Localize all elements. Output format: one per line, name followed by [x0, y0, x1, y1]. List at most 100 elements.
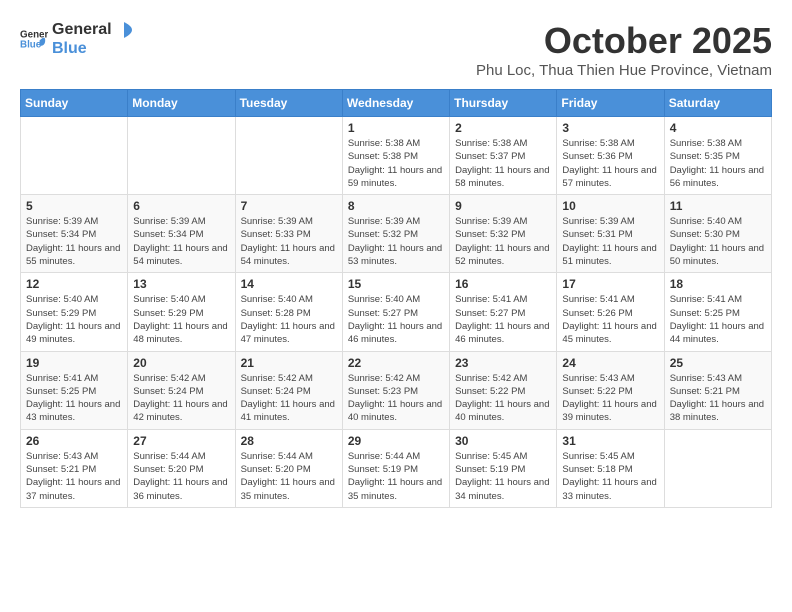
day-number: 16: [455, 277, 551, 291]
day-number: 18: [670, 277, 766, 291]
day-number: 5: [26, 199, 122, 213]
calendar-cell-4-1: 27 Sunrise: 5:44 AMSunset: 5:20 PMDayligh…: [128, 429, 235, 507]
month-title: October 2025: [476, 20, 772, 62]
day-info: Sunrise: 5:42 AMSunset: 5:22 PMDaylight:…: [455, 372, 551, 425]
day-number: 15: [348, 277, 444, 291]
day-info: Sunrise: 5:39 AMSunset: 5:34 PMDaylight:…: [26, 215, 122, 268]
day-number: 6: [133, 199, 229, 213]
calendar-cell-2-0: 12 Sunrise: 5:40 AMSunset: 5:29 PMDayligh…: [21, 273, 128, 351]
day-number: 14: [241, 277, 337, 291]
day-info: Sunrise: 5:44 AMSunset: 5:19 PMDaylight:…: [348, 450, 444, 503]
day-number: 9: [455, 199, 551, 213]
week-row-3: 12 Sunrise: 5:40 AMSunset: 5:29 PMDayligh…: [21, 273, 772, 351]
day-info: Sunrise: 5:39 AMSunset: 5:32 PMDaylight:…: [348, 215, 444, 268]
day-number: 31: [562, 434, 658, 448]
day-number: 29: [348, 434, 444, 448]
svg-text:Blue: Blue: [20, 39, 42, 50]
weekday-sunday: Sunday: [21, 90, 128, 117]
day-number: 13: [133, 277, 229, 291]
weekday-thursday: Thursday: [450, 90, 557, 117]
calendar-cell-1-1: 6 Sunrise: 5:39 AMSunset: 5:34 PMDaylight…: [128, 195, 235, 273]
day-number: 23: [455, 356, 551, 370]
day-info: Sunrise: 5:43 AMSunset: 5:22 PMDaylight:…: [562, 372, 658, 425]
week-row-1: 1Sunrise: 5:38 AMSunset: 5:38 PMDaylight…: [21, 117, 772, 195]
day-info: Sunrise: 5:44 AMSunset: 5:20 PMDaylight:…: [133, 450, 229, 503]
day-info: Sunrise: 5:40 AMSunset: 5:28 PMDaylight:…: [241, 293, 337, 346]
day-info: Sunrise: 5:40 AMSunset: 5:27 PMDaylight:…: [348, 293, 444, 346]
day-info: Sunrise: 5:45 AMSunset: 5:19 PMDaylight:…: [455, 450, 551, 503]
calendar-cell-1-4: 9 Sunrise: 5:39 AMSunset: 5:32 PMDaylight…: [450, 195, 557, 273]
week-row-4: 19 Sunrise: 5:41 AMSunset: 5:25 PMDayligh…: [21, 351, 772, 429]
day-info: Sunrise: 5:40 AMSunset: 5:29 PMDaylight:…: [26, 293, 122, 346]
calendar-cell-3-1: 20Sunrise: 5:42 AMSunset: 5:24 PMDayligh…: [128, 351, 235, 429]
subtitle: Phu Loc, Thua Thien Hue Province, Vietna…: [476, 62, 772, 79]
day-info: Sunrise: 5:42 AMSunset: 5:23 PMDaylight:…: [348, 372, 444, 425]
day-info: Sunrise: 5:38 AMSunset: 5:35 PMDaylight:…: [670, 137, 766, 190]
day-number: 1: [348, 121, 444, 135]
day-info: Sunrise: 5:45 AMSunset: 5:18 PMDaylight:…: [562, 450, 658, 503]
day-number: 8: [348, 199, 444, 213]
weekday-header-row: SundayMondayTuesdayWednesdayThursdayFrid…: [21, 90, 772, 117]
calendar-cell-4-5: 31 Sunrise: 5:45 AMSunset: 5:18 PMDayligh…: [557, 429, 664, 507]
calendar-cell-3-2: 21Sunrise: 5:42 AMSunset: 5:24 PMDayligh…: [235, 351, 342, 429]
calendar-cell-0-6: 4 Sunrise: 5:38 AMSunset: 5:35 PMDaylight…: [664, 117, 771, 195]
logo-general: General: [52, 21, 112, 39]
day-number: 7: [241, 199, 337, 213]
calendar-cell-3-6: 25 Sunrise: 5:43 AMSunset: 5:21 PMDayligh…: [664, 351, 771, 429]
logo-blue: Blue: [52, 40, 134, 58]
calendar-cell-0-4: 2Sunrise: 5:38 AMSunset: 5:37 PMDaylight…: [450, 117, 557, 195]
day-number: 20: [133, 356, 229, 370]
day-number: 25: [670, 356, 766, 370]
day-info: Sunrise: 5:41 AMSunset: 5:25 PMDaylight:…: [26, 372, 122, 425]
calendar-cell-2-1: 13 Sunrise: 5:40 AMSunset: 5:29 PMDayligh…: [128, 273, 235, 351]
week-row-5: 26Sunrise: 5:43 AMSunset: 5:21 PMDayligh…: [21, 429, 772, 507]
calendar-cell-1-3: 8 Sunrise: 5:39 AMSunset: 5:32 PMDaylight…: [342, 195, 449, 273]
calendar-cell-3-4: 23 Sunrise: 5:42 AMSunset: 5:22 PMDayligh…: [450, 351, 557, 429]
calendar-cell-2-4: 16 Sunrise: 5:41 AMSunset: 5:27 PMDayligh…: [450, 273, 557, 351]
day-number: 28: [241, 434, 337, 448]
day-number: 30: [455, 434, 551, 448]
day-info: Sunrise: 5:39 AMSunset: 5:34 PMDaylight:…: [133, 215, 229, 268]
day-number: 10: [562, 199, 658, 213]
day-info: Sunrise: 5:41 AMSunset: 5:26 PMDaylight:…: [562, 293, 658, 346]
logo-arrow-icon: [114, 20, 134, 40]
day-info: Sunrise: 5:38 AMSunset: 5:36 PMDaylight:…: [562, 137, 658, 190]
day-number: 12: [26, 277, 122, 291]
weekday-saturday: Saturday: [664, 90, 771, 117]
day-number: 27: [133, 434, 229, 448]
day-info: Sunrise: 5:43 AMSunset: 5:21 PMDaylight:…: [670, 372, 766, 425]
weekday-wednesday: Wednesday: [342, 90, 449, 117]
calendar-cell-4-4: 30 Sunrise: 5:45 AMSunset: 5:19 PMDayligh…: [450, 429, 557, 507]
weekday-monday: Monday: [128, 90, 235, 117]
calendar-cell-2-3: 15 Sunrise: 5:40 AMSunset: 5:27 PMDayligh…: [342, 273, 449, 351]
day-number: 24: [562, 356, 658, 370]
calendar-cell-4-0: 26Sunrise: 5:43 AMSunset: 5:21 PMDayligh…: [21, 429, 128, 507]
day-number: 11: [670, 199, 766, 213]
header: General Blue General Blue October 2025 P…: [20, 20, 772, 79]
weekday-tuesday: Tuesday: [235, 90, 342, 117]
calendar-cell-3-3: 22Sunrise: 5:42 AMSunset: 5:23 PMDayligh…: [342, 351, 449, 429]
calendar-cell-1-0: 5 Sunrise: 5:39 AMSunset: 5:34 PMDaylight…: [21, 195, 128, 273]
day-number: 4: [670, 121, 766, 135]
day-info: Sunrise: 5:39 AMSunset: 5:32 PMDaylight:…: [455, 215, 551, 268]
calendar-cell-3-0: 19 Sunrise: 5:41 AMSunset: 5:25 PMDayligh…: [21, 351, 128, 429]
logo-icon: General Blue: [20, 25, 48, 53]
calendar-cell-4-6: [664, 429, 771, 507]
calendar-cell-0-0: [21, 117, 128, 195]
calendar-cell-4-3: 29 Sunrise: 5:44 AMSunset: 5:19 PMDayligh…: [342, 429, 449, 507]
logo: General Blue General Blue: [20, 20, 134, 58]
calendar-cell-2-2: 14 Sunrise: 5:40 AMSunset: 5:28 PMDayligh…: [235, 273, 342, 351]
day-number: 17: [562, 277, 658, 291]
calendar-cell-2-6: 18Sunrise: 5:41 AMSunset: 5:25 PMDayligh…: [664, 273, 771, 351]
day-number: 19: [26, 356, 122, 370]
calendar-cell-2-5: 17 Sunrise: 5:41 AMSunset: 5:26 PMDayligh…: [557, 273, 664, 351]
day-info: Sunrise: 5:41 AMSunset: 5:27 PMDaylight:…: [455, 293, 551, 346]
day-info: Sunrise: 5:40 AMSunset: 5:29 PMDaylight:…: [133, 293, 229, 346]
calendar-cell-1-2: 7Sunrise: 5:39 AMSunset: 5:33 PMDaylight…: [235, 195, 342, 273]
day-info: Sunrise: 5:38 AMSunset: 5:37 PMDaylight:…: [455, 137, 551, 190]
calendar-cell-4-2: 28Sunrise: 5:44 AMSunset: 5:20 PMDayligh…: [235, 429, 342, 507]
weekday-friday: Friday: [557, 90, 664, 117]
day-info: Sunrise: 5:40 AMSunset: 5:30 PMDaylight:…: [670, 215, 766, 268]
calendar-cell-1-5: 10Sunrise: 5:39 AMSunset: 5:31 PMDayligh…: [557, 195, 664, 273]
calendar-table: SundayMondayTuesdayWednesdayThursdayFrid…: [20, 89, 772, 508]
